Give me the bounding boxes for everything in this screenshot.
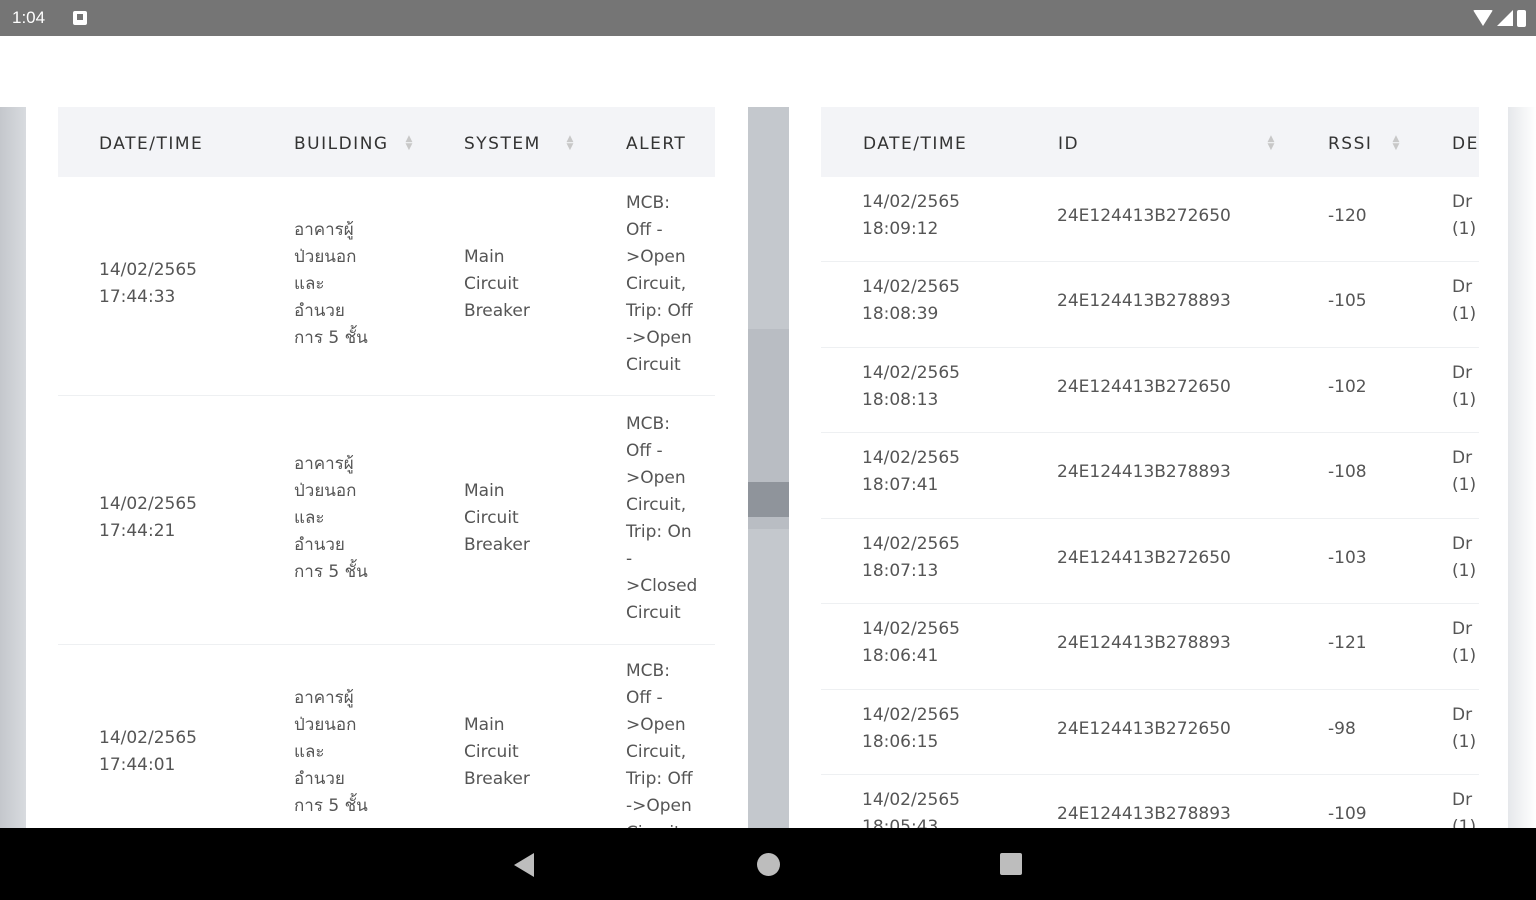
cell-building: อาคารผู้ ป่วยนอก และ อำนวย การ 5 ชั้น (294, 220, 368, 348)
sort-icon[interactable]: ▲ ▼ (565, 135, 575, 153)
cell-de: Dr (1) (1452, 705, 1477, 752)
cell-datetime: 14/02/2565 18:06:15 (862, 705, 960, 752)
cell-datetime: 14/02/2565 17:44:21 (99, 494, 197, 541)
column-header-alert[interactable]: ALERT (626, 134, 686, 154)
cell-rssi: -103 (1328, 548, 1367, 568)
cell-id: 24E124413B272650 (1057, 719, 1231, 739)
sort-icon[interactable]: ▲ ▼ (1391, 135, 1401, 153)
cell-alert: MCB: Off - >Open Circuit, Trip: Off ->Op… (626, 193, 693, 375)
cell-datetime: 14/02/2565 18:08:13 (862, 363, 960, 410)
cell-id: 24E124413B272650 (1057, 206, 1231, 226)
table-row[interactable]: 14/02/2565 18:08:13 24E124413B272650 -102… (821, 348, 1479, 433)
sort-icon[interactable]: ▲ ▼ (1266, 135, 1276, 153)
table-row[interactable]: 14/02/2565 18:08:39 24E124413B278893 -105… (821, 262, 1479, 348)
cell-rssi: -108 (1328, 462, 1367, 482)
home-icon[interactable] (757, 853, 780, 876)
cell-id: 24E124413B272650 (1057, 548, 1231, 568)
cell-rssi: -102 (1328, 377, 1367, 397)
cell-building: อาคารผู้ ป่วยนอก และ อำนวย การ 5 ชั้น (294, 454, 368, 582)
cell-alert: MCB: Off - >Open Circuit, Trip: Off ->Op… (626, 661, 693, 828)
app-header (0, 36, 1536, 107)
table-row[interactable]: 14/02/2565 18:09:12 24E124413B272650 -120… (821, 177, 1479, 262)
notification-icon (73, 11, 87, 25)
back-icon[interactable] (514, 853, 534, 877)
navigation-bar (0, 828, 1536, 900)
battery-icon (1517, 9, 1526, 27)
sensor-table-header: DATE/TIME ID ▲ ▼ RSSI ▲ ▼ DE (821, 107, 1479, 177)
cell-datetime: 14/02/2565 18:05:43 (862, 790, 960, 828)
cell-system: Main Circuit Breaker (464, 247, 530, 321)
wifi-icon (1473, 10, 1493, 26)
cell-id: 24E124413B278893 (1057, 291, 1231, 311)
table-row[interactable]: 14/02/2565 18:05:43 24E124413B278893 -109… (821, 775, 1479, 828)
table-row[interactable]: 14/02/2565 17:44:33 อาคารผู้ ป่วยนอก และ… (58, 177, 715, 396)
cell-de: Dr (1) (1452, 534, 1477, 581)
cell-id: 24E124413B278893 (1057, 633, 1231, 653)
cell-rssi: -109 (1328, 804, 1367, 824)
table-row[interactable]: 14/02/2565 17:44:21 อาคารผู้ ป่วยนอก และ… (58, 396, 715, 645)
cell-de: Dr (1) (1452, 619, 1477, 666)
cell-rssi: -98 (1328, 719, 1356, 739)
cell-datetime: 14/02/2565 18:09:12 (862, 192, 960, 239)
column-header-de[interactable]: DE (1452, 134, 1479, 154)
table-row[interactable]: 14/02/2565 18:07:13 24E124413B272650 -103… (821, 519, 1479, 604)
recent-apps-icon[interactable] (1000, 853, 1022, 875)
sensor-table-card: DATE/TIME ID ▲ ▼ RSSI ▲ ▼ DE 14/02/2565 18:… (789, 107, 1508, 828)
cell-datetime: 14/02/2565 17:44:01 (99, 728, 197, 775)
column-header-rssi[interactable]: RSSI (1328, 134, 1372, 154)
status-bar: 1:04 (0, 0, 1536, 36)
table-row[interactable]: 14/02/2565 18:07:41 24E124413B278893 -108… (821, 433, 1479, 519)
cell-datetime: 14/02/2565 18:07:13 (862, 534, 960, 581)
cell-datetime: 14/02/2565 18:08:39 (862, 277, 960, 324)
table-row[interactable]: 14/02/2565 17:44:01 อาคารผู้ ป่วยนอก และ… (58, 645, 715, 828)
cell-datetime: 14/02/2565 18:06:41 (862, 619, 960, 666)
panel-divider-handle[interactable] (748, 482, 789, 517)
cell-rssi: -121 (1328, 633, 1367, 653)
cell-id: 24E124413B272650 (1057, 377, 1231, 397)
cell-system: Main Circuit Breaker (464, 715, 530, 789)
cell-de: Dr (1) (1452, 277, 1477, 324)
cell-rssi: -105 (1328, 291, 1367, 311)
alert-table-card: DATE/TIME BUILDING ▲ ▼ SYSTEM ▲ ▼ ALERT 14… (26, 107, 748, 828)
cell-de: Dr (1) (1452, 790, 1477, 828)
status-time: 1:04 (12, 8, 46, 27)
background-right (1508, 107, 1536, 828)
cell-de: Dr (1) (1452, 448, 1477, 495)
content-area: DATE/TIME BUILDING ▲ ▼ SYSTEM ▲ ▼ ALERT 14… (0, 107, 1536, 828)
cell-de: Dr (1) (1452, 192, 1477, 239)
cell-de: Dr (1) (1452, 363, 1477, 410)
cell-building: อาคารผู้ ป่วยนอก และ อำนวย การ 5 ชั้น (294, 688, 368, 816)
column-header-datetime[interactable]: DATE/TIME (99, 134, 203, 154)
sort-icon[interactable]: ▲ ▼ (404, 135, 414, 153)
column-header-system[interactable]: SYSTEM (464, 134, 541, 154)
column-header-id[interactable]: ID (1058, 134, 1079, 154)
cell-system: Main Circuit Breaker (464, 481, 530, 555)
table-row[interactable]: 14/02/2565 18:06:41 24E124413B278893 -121… (821, 604, 1479, 690)
cell-rssi: -120 (1328, 206, 1367, 226)
cell-id: 24E124413B278893 (1057, 804, 1231, 824)
column-header-building[interactable]: BUILDING (294, 134, 389, 154)
column-header-datetime[interactable]: DATE/TIME (863, 134, 967, 154)
status-icons (1473, 9, 1526, 27)
cell-signal-icon (1497, 10, 1513, 26)
alert-table-header: DATE/TIME BUILDING ▲ ▼ SYSTEM ▲ ▼ ALERT (58, 107, 715, 177)
table-row[interactable]: 14/02/2565 18:06:15 24E124413B272650 -98 … (821, 690, 1479, 775)
cell-alert: MCB: Off - >Open Circuit, Trip: On - >Cl… (626, 414, 698, 623)
cell-datetime: 14/02/2565 18:07:41 (862, 448, 960, 495)
cell-id: 24E124413B278893 (1057, 462, 1231, 482)
cell-datetime: 14/02/2565 17:44:33 (99, 260, 197, 307)
background-left (0, 107, 26, 828)
